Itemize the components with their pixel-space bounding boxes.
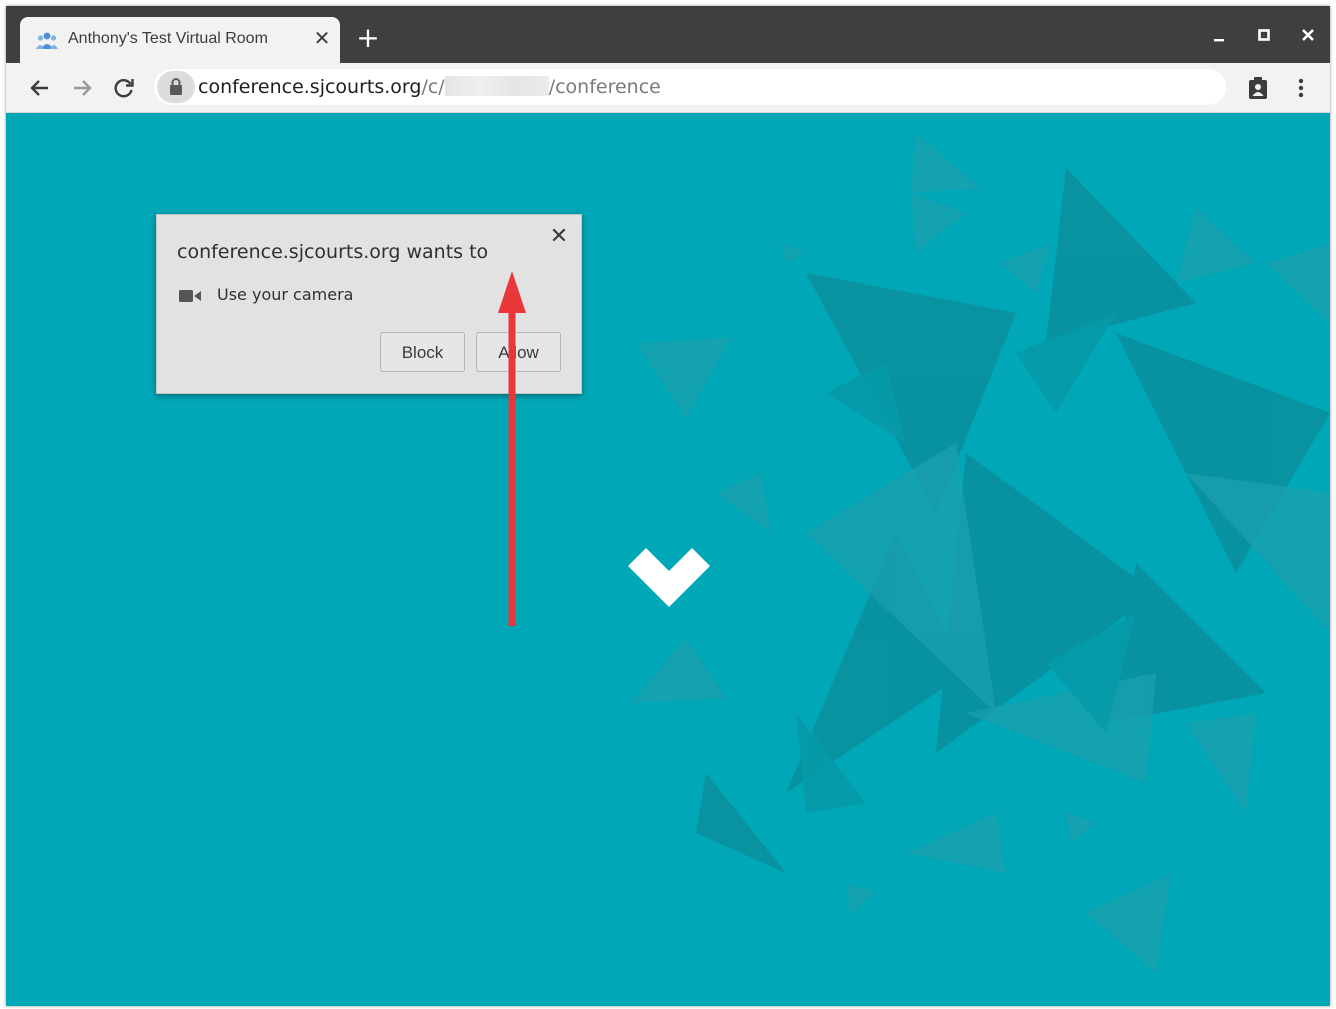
video-camera-icon — [179, 290, 201, 302]
people-group-icon — [36, 32, 58, 49]
browser-toolbar: conference.sjcourts.org/c/ /conference — [6, 63, 1330, 113]
reload-icon[interactable] — [109, 73, 139, 103]
permission-text: Use your camera — [217, 285, 354, 304]
minimize-icon[interactable] — [1206, 22, 1232, 48]
window-close-icon[interactable] — [1295, 22, 1321, 48]
clipboard-person-icon[interactable] — [1243, 73, 1273, 103]
tab-active[interactable]: Anthony's Test Virtual Room ✕ — [20, 17, 340, 63]
page-content: conference.sjcourts.org wants to ✕ Use y… — [6, 113, 1330, 1006]
block-button[interactable]: Block — [380, 332, 465, 372]
url-text: conference.sjcourts.org/c/ /conference — [198, 76, 661, 98]
new-tab-button[interactable]: + — [354, 24, 382, 52]
address-bar[interactable]: conference.sjcourts.org/c/ /conference — [154, 69, 1226, 105]
arrow-left-icon[interactable] — [25, 73, 55, 103]
kebab-menu-icon[interactable] — [1286, 73, 1316, 103]
maximize-icon[interactable] — [1251, 22, 1277, 48]
tab-strip: Anthony's Test Virtual Room ✕ + — [6, 6, 1330, 63]
popup-title: conference.sjcourts.org wants to — [177, 241, 489, 263]
url-path-prefix: /c/ — [421, 76, 445, 98]
annotation-arrow — [498, 271, 526, 626]
tab-close-icon[interactable]: ✕ — [310, 26, 334, 50]
arrow-right-icon[interactable] — [67, 73, 97, 103]
loading-logo-icon — [628, 548, 710, 607]
lock-icon[interactable] — [157, 71, 195, 103]
url-path-suffix: /conference — [548, 76, 661, 98]
url-host: conference.sjcourts.org — [198, 76, 422, 98]
popup-close-icon[interactable]: ✕ — [547, 225, 571, 249]
tab-title: Anthony's Test Virtual Room — [68, 30, 268, 47]
browser-window: Anthony's Test Virtual Room ✕ + conferen… — [6, 6, 1330, 1006]
url-redacted-segment — [444, 76, 549, 96]
